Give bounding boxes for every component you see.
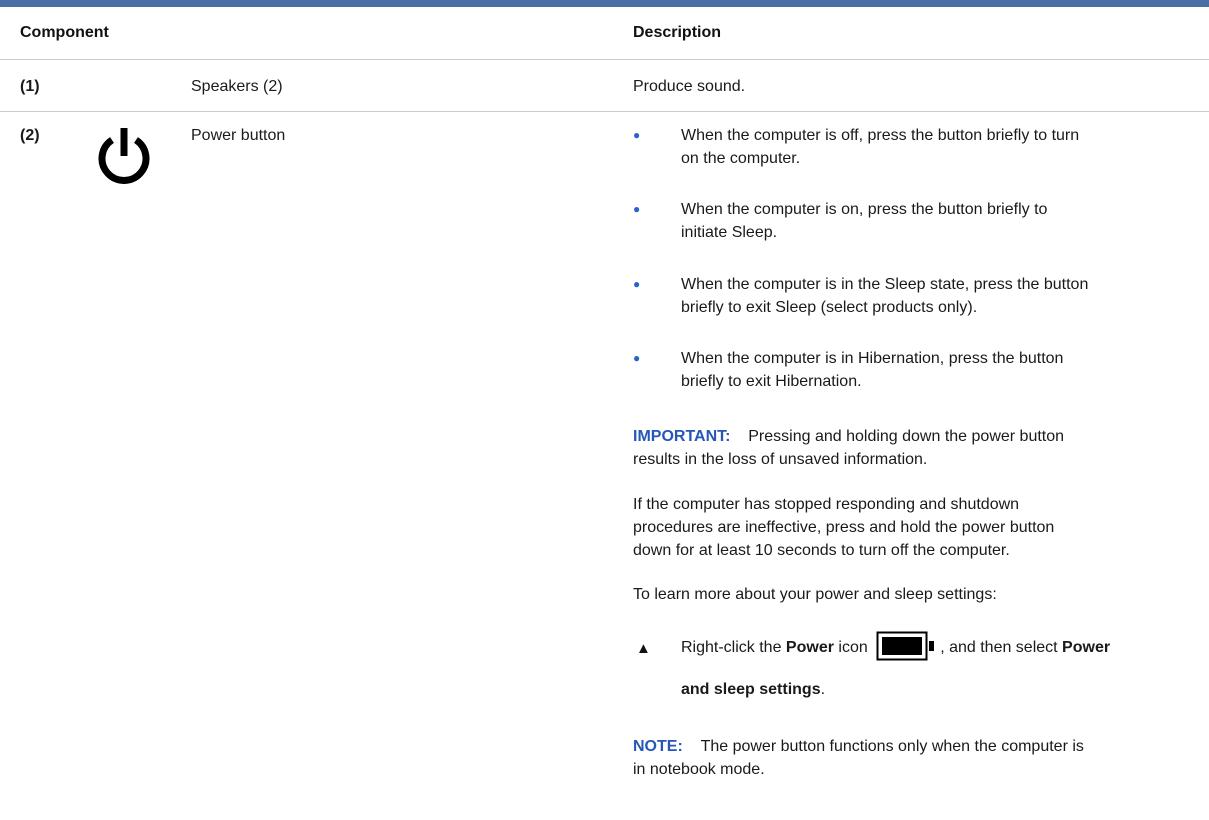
important-note: IMPORTANT: Pressing and holding down the… xyxy=(633,428,1065,468)
paragraph: If the computer has stopped responding a… xyxy=(633,496,1055,559)
column-header-description: Description xyxy=(633,24,722,41)
table-row: (1) Speakers (2) Produce sound. xyxy=(0,60,1209,112)
step-text: Right-click the Power icon , and then se… xyxy=(681,631,1201,665)
table-header: Component Description xyxy=(0,7,1209,60)
battery-icon xyxy=(876,631,935,661)
row-number: (2) xyxy=(20,127,40,144)
note-label: NOTE: xyxy=(633,738,683,755)
note: NOTE: The power button functions only wh… xyxy=(633,738,1084,778)
component-description: Produce sound. xyxy=(633,78,746,95)
bullet-text: When the computer is in the Sleep state,… xyxy=(681,276,1089,316)
paragraph: To learn more about your power and sleep… xyxy=(633,586,997,603)
important-label: IMPORTANT: xyxy=(633,428,731,445)
bullet-dot: ● xyxy=(633,351,641,365)
bullet-dot: ● xyxy=(633,277,641,291)
component-name: Power button xyxy=(191,127,286,144)
bullet-text: When the computer is off, press the butt… xyxy=(681,127,1080,167)
row-number: (1) xyxy=(20,78,40,95)
bullet-dot: ● xyxy=(633,128,641,142)
bullet-dot: ● xyxy=(633,202,641,216)
bullet-text: When the computer is on, press the butto… xyxy=(681,201,1048,241)
column-header-component: Component xyxy=(20,24,109,41)
component-name: Speakers (2) xyxy=(191,78,283,95)
step-text-continued: and sleep settings. xyxy=(681,681,826,698)
bullet-text: When the computer is in Hibernation, pre… xyxy=(681,350,1064,390)
table-top-rule xyxy=(0,0,1209,7)
power-icon xyxy=(98,128,150,184)
step-marker: ▲ xyxy=(636,640,651,657)
